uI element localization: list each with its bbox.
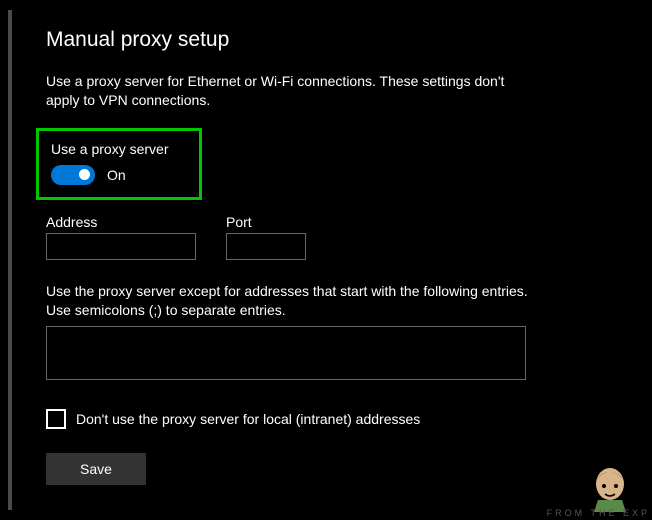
port-field-group: Port bbox=[226, 214, 306, 260]
address-input[interactable] bbox=[46, 233, 196, 260]
exceptions-input[interactable] bbox=[46, 326, 526, 380]
use-proxy-toggle[interactable] bbox=[51, 165, 95, 185]
save-button[interactable]: Save bbox=[46, 453, 146, 485]
local-bypass-checkbox[interactable] bbox=[46, 409, 66, 429]
local-bypass-row: Don't use the proxy server for local (in… bbox=[46, 409, 616, 429]
avatar-icon bbox=[580, 462, 640, 512]
port-input[interactable] bbox=[226, 233, 306, 260]
address-label: Address bbox=[46, 214, 196, 230]
use-proxy-label: Use a proxy server bbox=[51, 141, 187, 157]
watermark-text: FROM THE EXP bbox=[547, 508, 650, 518]
highlight-annotation: Use a proxy server On bbox=[36, 128, 202, 200]
local-bypass-label: Don't use the proxy server for local (in… bbox=[76, 411, 420, 427]
port-label: Port bbox=[226, 214, 306, 230]
left-scrollbar-accent bbox=[8, 10, 12, 510]
exceptions-label: Use the proxy server except for addresse… bbox=[46, 282, 536, 320]
use-proxy-toggle-row: On bbox=[51, 165, 187, 185]
address-port-row: Address Port bbox=[46, 214, 616, 260]
proxy-description: Use a proxy server for Ethernet or Wi-Fi… bbox=[46, 72, 526, 110]
address-field-group: Address bbox=[46, 214, 196, 260]
proxy-settings-panel: Manual proxy setup Use a proxy server fo… bbox=[20, 10, 642, 510]
page-title: Manual proxy setup bbox=[46, 28, 616, 52]
toggle-state-text: On bbox=[107, 167, 126, 183]
toggle-knob-icon bbox=[79, 169, 90, 180]
